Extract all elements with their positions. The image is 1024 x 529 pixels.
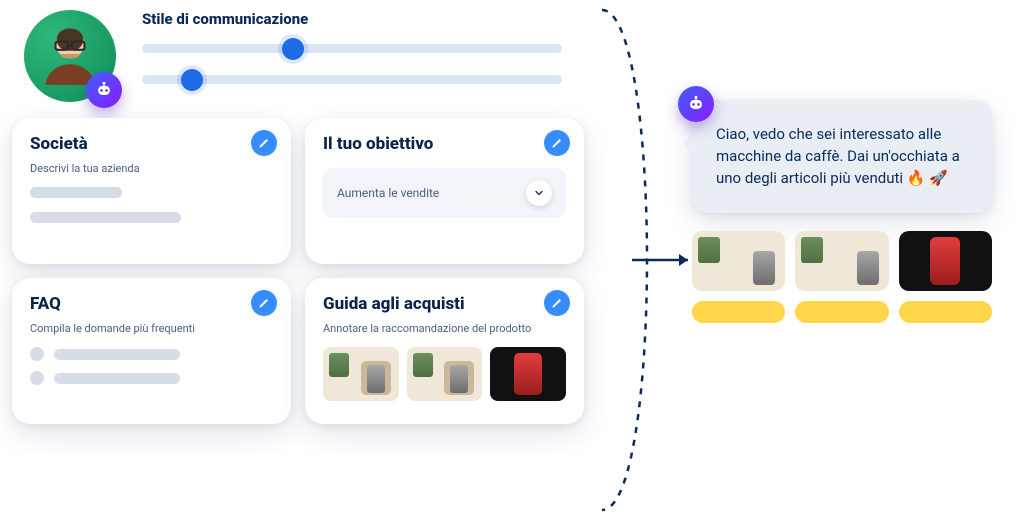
product-thumb <box>490 347 566 401</box>
card-title: Guida agli acquisti <box>323 294 566 314</box>
card-subtitle: Annotare la raccomandazione del prodotto <box>323 322 566 335</box>
product-card[interactable] <box>795 231 888 323</box>
slider-handle[interactable] <box>181 69 203 91</box>
placeholder-line <box>54 349 180 360</box>
edit-button[interactable] <box>251 130 277 156</box>
placeholder-line <box>54 373 180 384</box>
product-card[interactable] <box>692 231 785 323</box>
product-image <box>692 231 785 291</box>
bullet-icon <box>30 347 44 361</box>
config-panel: Stile di communicazione Società Descrivi… <box>12 0 584 424</box>
faq-item <box>30 347 273 361</box>
card-title: FAQ <box>30 294 273 314</box>
chat-preview: Ciao, vedo che sei interessato alle macc… <box>692 100 992 323</box>
card-subtitle: Compila le domande più frequenti <box>30 322 273 335</box>
cta-pill[interactable] <box>795 301 888 323</box>
slider-2[interactable] <box>142 75 562 84</box>
pencil-icon <box>258 297 270 309</box>
section-title: Stile di communicazione <box>142 10 562 28</box>
card-title: Il tuo obiettivo <box>323 134 566 154</box>
goal-select[interactable]: Aumenta le vendite <box>323 168 566 218</box>
placeholder-line <box>30 187 122 198</box>
avatar <box>24 10 116 102</box>
robot-icon <box>94 80 114 100</box>
edit-button[interactable] <box>544 130 570 156</box>
edit-button[interactable] <box>544 290 570 316</box>
card-faq: FAQ Compila le domande più frequenti <box>12 278 291 424</box>
faq-item <box>30 371 273 385</box>
robot-badge <box>86 72 122 108</box>
pencil-icon <box>551 297 563 309</box>
card-guide: Guida agli acquisti Annotare la raccoman… <box>305 278 584 424</box>
placeholder-line <box>30 212 181 223</box>
card-goal: Il tuo obiettivo Aumenta le vendite <box>305 118 584 264</box>
robot-icon <box>686 94 706 114</box>
cta-pill[interactable] <box>692 301 785 323</box>
slider-handle[interactable] <box>282 38 304 60</box>
product-thumb <box>323 347 399 401</box>
select-value: Aumenta le vendite <box>337 186 439 200</box>
cta-pill[interactable] <box>899 301 992 323</box>
card-company: Società Descrivi la tua azienda <box>12 118 291 264</box>
product-image <box>899 231 992 291</box>
message-text: Ciao, vedo che sei interessato alle macc… <box>716 125 960 187</box>
robot-badge <box>678 86 714 122</box>
chevron-down-icon <box>526 180 552 206</box>
product-image <box>795 231 888 291</box>
slider-1[interactable] <box>142 44 562 53</box>
pencil-icon <box>258 137 270 149</box>
card-title: Società <box>30 134 273 154</box>
product-thumb <box>407 347 483 401</box>
pencil-icon <box>551 137 563 149</box>
card-subtitle: Descrivi la tua azienda <box>30 162 273 175</box>
assistant-message: Ciao, vedo che sei interessato alle macc… <box>692 100 992 213</box>
product-card[interactable] <box>899 231 992 323</box>
edit-button[interactable] <box>251 290 277 316</box>
bullet-icon <box>30 371 44 385</box>
